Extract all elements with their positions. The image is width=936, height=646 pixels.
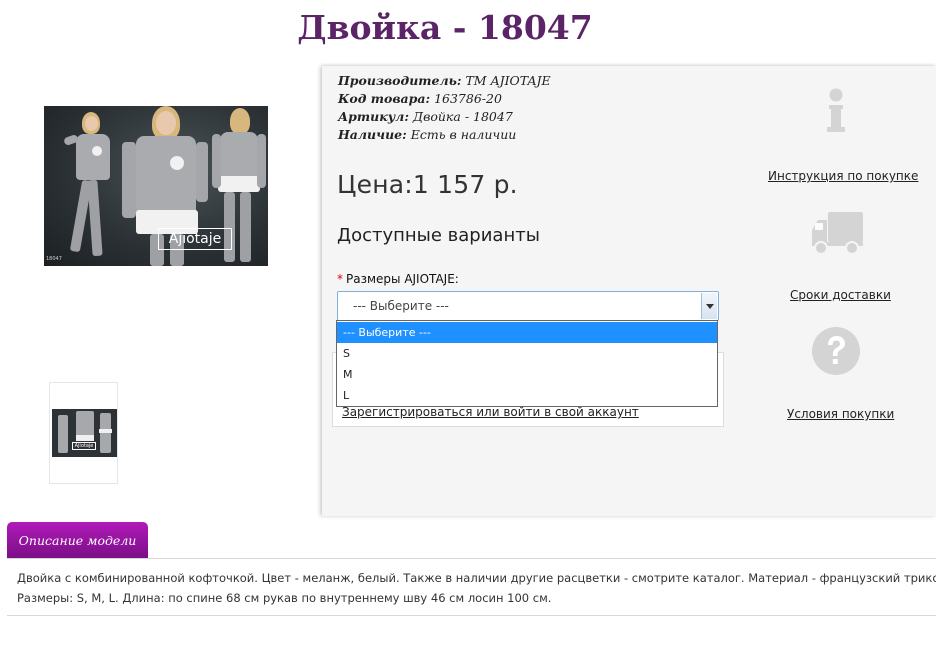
manufacturer-value: ТМ AJIOTAJE (465, 73, 551, 88)
product-meta: Производитель: ТМ AJIOTAJE Код товара: 1… (338, 72, 551, 144)
manufacturer-row: Производитель: ТМ AJIOTAJE (338, 72, 551, 90)
thumbnail-image: Ajiotaje (52, 409, 117, 457)
model-figure-left (58, 112, 118, 266)
size-select-value: --- Выберите --- (353, 299, 449, 313)
product-code-label: Код товара: (338, 91, 431, 106)
size-select[interactable]: --- Выберите --- (337, 291, 719, 321)
product-title: Двойка - 18047 (297, 8, 593, 47)
chevron-down-icon[interactable] (701, 293, 717, 319)
delivery-terms-link[interactable]: Сроки доставки (790, 288, 891, 302)
article-row: Артикул: Двойка - 18047 (338, 108, 551, 126)
size-option-m[interactable]: M (337, 364, 717, 385)
variants-title: Доступные варианты (337, 225, 540, 246)
truck-icon (812, 212, 863, 255)
description-panel: Двойка с комбинированной кофточкой. Цвет… (7, 558, 936, 616)
size-option-s[interactable]: S (337, 343, 717, 364)
description-line-2: Размеры: S, M, L. Длина: по спине 68 см … (17, 591, 552, 605)
size-label: * Размеры AJIOTAJE: (337, 272, 459, 286)
article-value: Двойка - 18047 (412, 109, 513, 124)
size-dropdown-list: --- Выберите --- S M L (336, 320, 718, 407)
brand-logo: Ajiotaje (158, 228, 232, 250)
article-label: Артикул: (338, 109, 409, 124)
thumbnail-logo: Ajiotaje (72, 442, 96, 450)
product-code-row: Код товара: 163786-20 (338, 90, 551, 108)
main-product-image[interactable]: Ajiotaje 18047 (44, 106, 268, 266)
stock-label: Наличие: (338, 127, 407, 142)
description-line-1: Двойка с комбинированной кофточкой. Цвет… (17, 571, 936, 585)
purchase-terms-link[interactable]: Условия покупки (787, 407, 894, 421)
purchase-instruction-link[interactable]: Инструкция по покупке (768, 169, 918, 183)
product-thumbnail[interactable]: Ajiotaje (49, 382, 118, 484)
manufacturer-label: Производитель: (338, 73, 462, 88)
size-label-text: Размеры AJIOTAJE: (346, 272, 459, 286)
tab-model-description[interactable]: Описание модели (7, 522, 148, 559)
info-icon (827, 88, 845, 132)
stock-row: Наличие: Есть в наличии (338, 126, 551, 144)
question-icon (812, 327, 860, 375)
stock-value: Есть в наличии (410, 127, 517, 142)
size-option-l[interactable]: L (337, 385, 717, 406)
register-login-link[interactable]: Зарегистрироваться или войти в свой акка… (342, 405, 639, 419)
required-mark: * (337, 272, 343, 286)
size-option-placeholder[interactable]: --- Выберите --- (337, 322, 717, 343)
image-code: 18047 (46, 256, 62, 262)
product-price: Цена:1 157 р. (337, 170, 518, 199)
product-code-value: 163786-20 (434, 91, 502, 106)
